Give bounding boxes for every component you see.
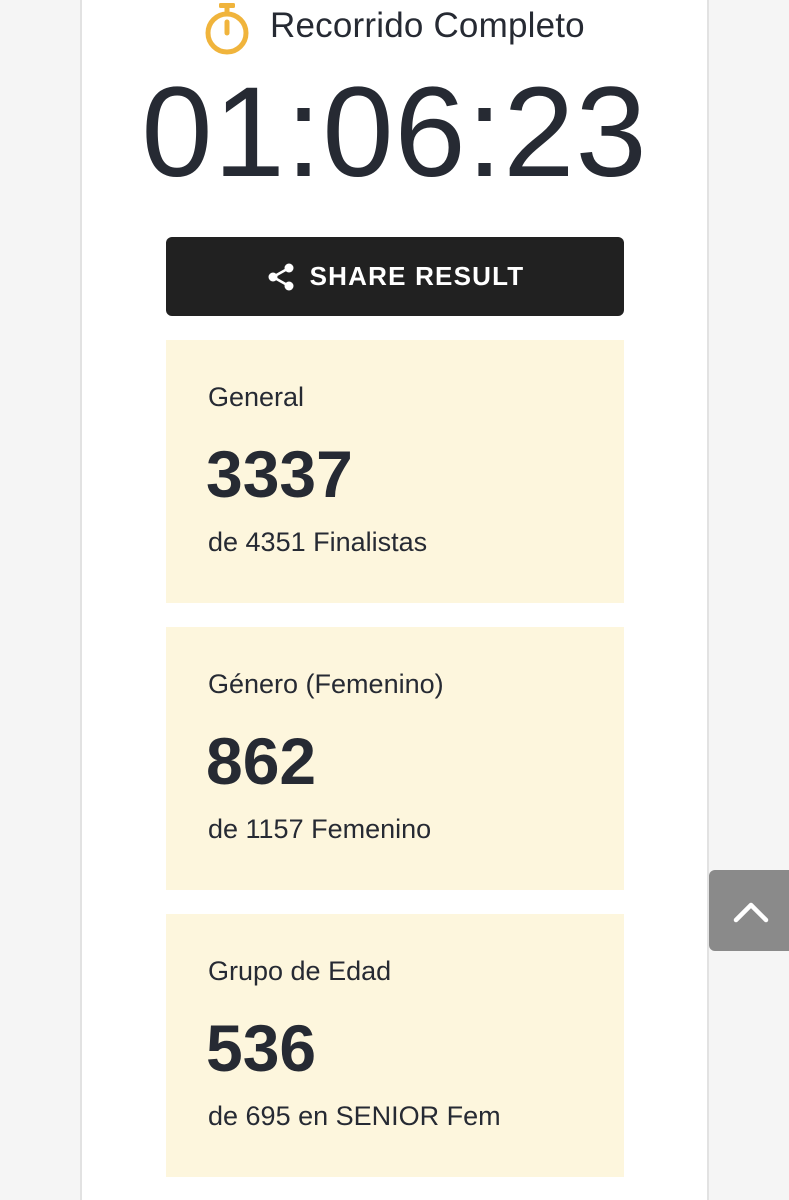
ranking-label: General (208, 382, 305, 412)
ranking-total: de 4351 Finalistas (208, 527, 428, 557)
share-icon (268, 263, 294, 290)
ranking-position: 3337 (206, 437, 353, 511)
race-status: Recorrido Completo (82, 0, 707, 58)
share-result-button[interactable]: SHARE RESULT (166, 237, 624, 316)
ranking-total: de 695 en SENIOR Fem (208, 1101, 501, 1131)
ranking-label: Género (Femenino) (208, 669, 444, 699)
status-label: Recorrido Completo (270, 6, 585, 45)
stopwatch-icon (205, 3, 249, 55)
finish-time: 01:06:23 (141, 61, 648, 204)
ranking-position: 862 (206, 724, 317, 798)
ranking-card-general: General 3337 de 4351 Finalistas (166, 340, 624, 603)
results-page: Recorrido Completo 01:06:23 SHARE RESULT… (0, 0, 789, 1200)
ranking-label: Grupo de Edad (208, 956, 392, 986)
scroll-to-top-button[interactable] (709, 870, 789, 951)
ranking-card-gender: Género (Femenino) 862 de 1157 Femenino (166, 627, 624, 890)
chevron-up-icon (733, 902, 769, 922)
ranking-total: de 1157 Femenino (208, 814, 432, 844)
result-panel: Recorrido Completo 01:06:23 SHARE RESULT… (80, 0, 709, 1200)
ranking-card-age-group: Grupo de Edad 536 de 695 en SENIOR Fem (166, 914, 624, 1177)
ranking-position: 536 (206, 1011, 317, 1085)
share-result-label: SHARE RESULT (309, 261, 525, 291)
